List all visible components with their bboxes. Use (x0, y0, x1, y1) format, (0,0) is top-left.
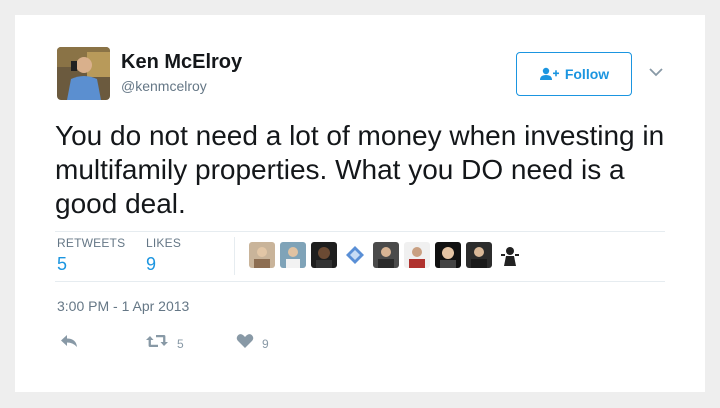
author-avatar[interactable] (57, 47, 110, 100)
add-user-icon (539, 67, 559, 81)
liker-avatar[interactable] (311, 242, 337, 268)
like-count: 9 (262, 336, 269, 351)
divider (55, 231, 665, 232)
retweet-icon (145, 333, 169, 354)
chevron-down-icon[interactable] (647, 65, 665, 79)
retweet-count: 5 (177, 336, 184, 351)
retweets-count: 5 (57, 254, 68, 274)
liker-avatar[interactable] (404, 242, 430, 268)
tweet-card: Ken McElroy @kenmcelroy Follow You do no… (15, 15, 705, 392)
retweets-label: RETWEETS (57, 236, 126, 250)
liker-avatar[interactable] (435, 242, 461, 268)
liker-avatar[interactable] (280, 242, 306, 268)
liker-avatar[interactable] (466, 242, 492, 268)
retweets-stat[interactable]: RETWEETS 5 (57, 236, 125, 275)
author-name[interactable]: Ken McElroy (121, 51, 242, 74)
reply-button[interactable] (59, 333, 79, 354)
likes-count: 9 (146, 254, 157, 274)
liker-avatar[interactable] (249, 242, 275, 268)
retweet-button[interactable]: 5 (145, 333, 184, 354)
divider (55, 281, 665, 282)
likes-stat[interactable]: LIKES 9 (146, 236, 181, 275)
stats-separator (234, 237, 235, 275)
heart-icon (236, 333, 254, 354)
likers-avatars (249, 242, 523, 268)
follow-button[interactable]: Follow (516, 52, 632, 96)
tweet-text: You do not need a lot of money when inve… (55, 120, 665, 219)
liker-avatar[interactable] (373, 242, 399, 268)
reply-icon (59, 333, 79, 354)
author-handle[interactable]: @kenmcelroy (121, 78, 207, 94)
tweet-timestamp[interactable]: 3:00 PM - 1 Apr 2013 (57, 298, 189, 314)
liker-avatar[interactable] (342, 242, 368, 268)
follow-button-label: Follow (564, 66, 610, 82)
likes-label: LIKES (146, 236, 182, 250)
liker-avatar[interactable] (497, 242, 523, 268)
like-button[interactable]: 9 (236, 333, 269, 354)
